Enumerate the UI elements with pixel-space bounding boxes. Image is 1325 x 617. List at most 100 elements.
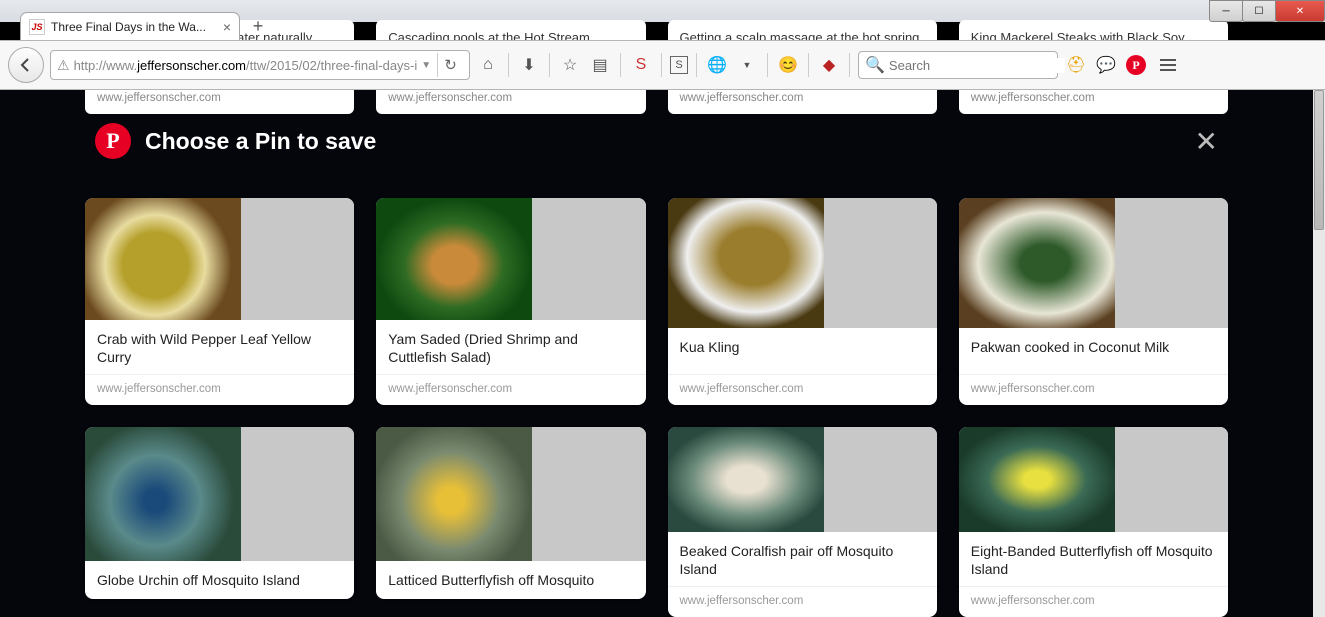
reader-icon[interactable]: ▤ xyxy=(588,53,612,77)
pin-body: Globe Urchin off Mosquito Island xyxy=(85,561,354,599)
dropdown-caret-icon[interactable]: ▼ xyxy=(735,53,759,77)
pin-card[interactable]: Globe Urchin off Mosquito Islandwww.jeff… xyxy=(85,427,354,599)
extension-icon-1[interactable]: S xyxy=(629,53,653,77)
tab-favicon: JS xyxy=(29,19,45,35)
separator xyxy=(661,53,662,77)
dropdown-icon[interactable]: ▼ xyxy=(421,60,431,71)
pin-photo xyxy=(959,427,1115,532)
modal-overlay[interactable]: Hot Stream sign -- the water naturally s… xyxy=(0,90,1313,617)
pin-card[interactable]: Latticed Butterflyfish off Mosquitowww.j… xyxy=(376,427,645,599)
browser-tab[interactable]: JS Three Final Days in the Wa... × xyxy=(20,12,240,40)
tab-strip: JS Three Final Days in the Wa... × + xyxy=(20,12,270,40)
tab-title: Three Final Days in the Wa... xyxy=(51,20,217,34)
pin-body: Eight-Banded Butterflyfish off Mosquito … xyxy=(959,532,1228,586)
pin-title: Yam Saded (Dried Shrimp and Cuttlefish S… xyxy=(388,330,633,366)
pin-title: Eight-Banded Butterflyfish off Mosquito … xyxy=(971,542,1216,578)
pin-photo xyxy=(85,427,241,561)
extension-icon-2[interactable]: S xyxy=(670,56,688,74)
pin-image-side xyxy=(241,427,354,561)
pin-image xyxy=(668,198,937,328)
pin-source: www.jeffersonscher.com xyxy=(668,374,937,405)
pin-title: Latticed Butterflyfish off Mosquito xyxy=(388,571,633,589)
pin-photo xyxy=(376,198,532,320)
downloads-icon[interactable]: ⬇ xyxy=(517,53,541,77)
chat-icon[interactable]: 💬 xyxy=(1094,53,1118,77)
search-icon: 🔍 xyxy=(865,55,885,75)
pin-card[interactable]: Eight-Banded Butterflyfish off Mosquito … xyxy=(959,427,1228,617)
pin-card[interactable]: Yam Saded (Dried Shrimp and Cuttlefish S… xyxy=(376,198,645,405)
pin-photo xyxy=(668,198,824,328)
tab-close-icon[interactable]: × xyxy=(223,19,231,35)
pin-source: www.jeffersonscher.com xyxy=(85,374,354,405)
pin-body: Yam Saded (Dried Shrimp and Cuttlefish S… xyxy=(376,320,645,374)
search-input[interactable] xyxy=(889,58,1065,73)
pin-image xyxy=(668,427,937,532)
url-prefix: http://www. xyxy=(74,58,138,73)
pin-body: Pakwan cooked in Coconut Milk xyxy=(959,328,1228,374)
reload-icon[interactable]: ↻ xyxy=(444,56,457,74)
pin-title: Globe Urchin off Mosquito Island xyxy=(97,571,342,589)
address-bar[interactable]: ⚠ http://www.jeffersonscher.com/ttw/2015… xyxy=(50,50,470,80)
modal-header: P Choose a Pin to save ✕ xyxy=(95,123,1218,159)
pin-image-side xyxy=(824,427,937,532)
new-tab-button[interactable]: + xyxy=(246,14,270,38)
pin-body: Kua Kling xyxy=(668,328,937,374)
pin-image xyxy=(376,198,645,320)
separator xyxy=(849,53,850,77)
pin-source: www.jeffersonscher.com xyxy=(959,374,1228,405)
pin-image-side xyxy=(1115,198,1228,328)
page-viewport: Hot Stream sign -- the water naturally s… xyxy=(0,90,1313,617)
nav-toolbar: ⚠ http://www.jeffersonscher.com/ttw/2015… xyxy=(0,40,1325,90)
pin-source: www.jeffersonscher.com xyxy=(376,374,645,405)
pin-image-side xyxy=(532,427,645,561)
close-window-button[interactable]: ✕ xyxy=(1275,0,1325,22)
home-icon[interactable]: ⌂ xyxy=(476,53,500,77)
search-box[interactable]: 🔍 xyxy=(858,51,1058,79)
pin-source: www.jeffersonscher.com xyxy=(668,586,937,617)
scrollbar-thumb[interactable] xyxy=(1314,90,1324,230)
bg-card-source: www.jeffersonscher.com xyxy=(680,92,925,104)
extension-icon-3[interactable]: 🌐 xyxy=(705,53,729,77)
vertical-scrollbar[interactable] xyxy=(1313,90,1325,617)
separator xyxy=(808,53,809,77)
pin-body: Beaked Coralfish pair off Mosquito Islan… xyxy=(668,532,937,586)
maximize-button[interactable]: ☐ xyxy=(1242,0,1276,22)
separator xyxy=(549,53,550,77)
separator xyxy=(696,53,697,77)
pin-title: Crab with Wild Pepper Leaf Yellow Curry xyxy=(97,330,342,366)
pin-title: Beaked Coralfish pair off Mosquito Islan… xyxy=(680,542,925,578)
pin-body: Crab with Wild Pepper Leaf Yellow Curry xyxy=(85,320,354,374)
pin-card[interactable]: Beaked Coralfish pair off Mosquito Islan… xyxy=(668,427,937,617)
bg-card-source: www.jeffersonscher.com xyxy=(97,92,342,104)
separator xyxy=(620,53,621,77)
pin-card[interactable]: Crab with Wild Pepper Leaf Yellow Curry w… xyxy=(85,198,354,405)
pin-image xyxy=(376,427,645,561)
pin-card[interactable]: Kua Kling www.jeffersonscher.com xyxy=(668,198,937,405)
pin-image xyxy=(959,198,1228,328)
url-text: http://www.jeffersonscher.com/ttw/2015/0… xyxy=(74,58,418,73)
pinterest-logo-icon: P xyxy=(95,123,131,159)
back-button[interactable] xyxy=(8,47,44,83)
separator xyxy=(767,53,768,77)
pin-image xyxy=(959,427,1228,532)
extension-icon-4[interactable]: 😊 xyxy=(776,53,800,77)
pinterest-toolbar-icon[interactable]: P xyxy=(1124,53,1148,77)
pin-photo xyxy=(668,427,824,532)
bg-card-source: www.jeffersonscher.com xyxy=(971,92,1216,104)
menu-button[interactable] xyxy=(1154,51,1182,79)
minimize-button[interactable]: ─ xyxy=(1209,0,1243,22)
pin-image-side xyxy=(532,198,645,320)
extension-hardhat-icon[interactable]: ⛑ xyxy=(1064,53,1088,77)
pin-image xyxy=(85,198,354,320)
pin-title: Kua Kling xyxy=(680,338,925,356)
back-arrow-icon xyxy=(18,57,34,73)
pin-title: Pakwan cooked in Coconut Milk xyxy=(971,338,1216,356)
pin-image xyxy=(85,427,354,561)
modal-title: Choose a Pin to save xyxy=(145,128,1181,155)
modal-close-icon[interactable]: ✕ xyxy=(1195,125,1218,158)
pin-photo xyxy=(376,427,532,561)
extension-icon-5[interactable]: ◆ xyxy=(817,53,841,77)
url-path: /ttw/2015/02/three-final-days-i xyxy=(246,58,417,73)
bookmark-star-icon[interactable]: ☆ xyxy=(558,53,582,77)
pin-card[interactable]: Pakwan cooked in Coconut Milk www.jeffers… xyxy=(959,198,1228,405)
